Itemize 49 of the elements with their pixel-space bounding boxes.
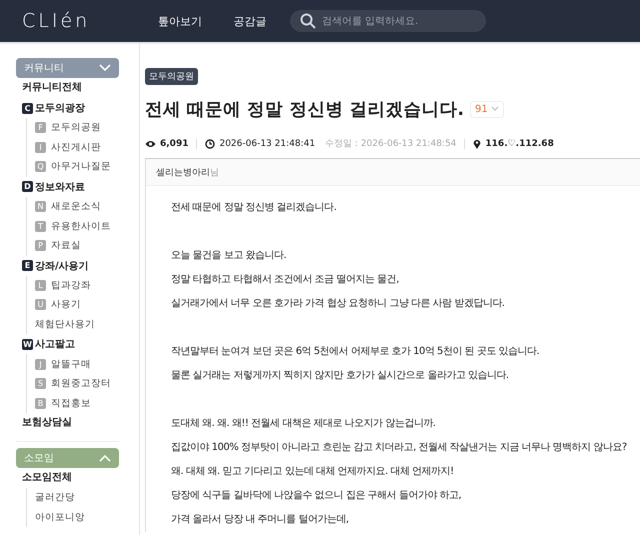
sidebar-item[interactable]: L 팁과강좌	[35, 276, 119, 296]
sidebar-item[interactable]: I 사진게시판	[35, 138, 119, 158]
logo[interactable]: CLIén	[22, 10, 140, 32]
body-text: 당장에 식구들 길바닥에 나앉을수 없으니 집은 구해서 들어가야 하고,	[171, 489, 462, 503]
sidebar-item[interactable]: F 모두의공원	[35, 118, 119, 138]
post-date: 2026-06-13 21:48:41	[219, 138, 316, 148]
body-text: 집값이야 100% 정부탓이 아니라고 흐린눈 감고 치더라고, 전월세 작살낸거는 지금 너무나 명백하지 않나요?	[171, 441, 628, 455]
edit-date: 수정일 : 2026-06-13 21:48:54	[325, 138, 456, 150]
chevron-up-icon	[99, 454, 111, 462]
chevron-down-icon	[490, 106, 499, 112]
body-text: 도대체 왜. 왜. 왜!! 전월세 대책은 제대로 나오지가 않는겁니까.	[171, 417, 436, 431]
sidebar-item[interactable]: C 모두의광장	[22, 98, 119, 118]
post-title: 전세 때문에 정말 정신병 걸리겠습니다.	[145, 99, 464, 121]
sidebar-item[interactable]: 보험상담실	[22, 413, 119, 434]
sidebar-item[interactable]: 굴러간당	[35, 488, 119, 508]
sidebar-item[interactable]: E 강좌/사용기	[22, 256, 119, 276]
author-name[interactable]: 셀리는병아리 님	[156, 166, 219, 178]
sidebar-item[interactable]: W 사고팔고	[22, 334, 119, 354]
body-text: 가격 올라서 당장 내 주머니를 털어가는데,	[171, 513, 350, 527]
board-tag[interactable]: 모두의공원	[145, 68, 198, 85]
sidebar-item[interactable]: N 새로운소식	[35, 196, 119, 216]
nav-link[interactable]: 공감글	[220, 14, 280, 28]
view-count: 6,091	[160, 138, 188, 148]
sidebar-item[interactable]: 체험단사용기	[35, 314, 119, 334]
sidebar-item[interactable]: S 회원중고장터	[35, 374, 119, 394]
body-text: 정말 타협하고 타협해서 조건에서 조금 떨어지는 물건,	[171, 273, 400, 287]
sidebar-item[interactable]: T 유용한사이트	[35, 216, 119, 236]
body-text: 오늘 물건을 보고 왔습니다.	[171, 249, 288, 263]
body-text: 물론 실거래는 저렇게까지 찍히지 않지만 호가가 실시간으로 올라가고 있습니다.	[171, 369, 510, 383]
body-text: 왜. 대체 왜. 믿고 기다리고 있는데 대체 언제까지요. 대체 언제까지!	[171, 465, 455, 479]
chevron-down-icon	[99, 64, 111, 72]
sidebar-item[interactable]: U 사용기	[35, 295, 119, 315]
eye-icon	[145, 140, 156, 148]
sidebar-item[interactable]: P 자료실	[35, 236, 119, 256]
clock-icon	[205, 138, 216, 148]
sidebar-item[interactable]: 아이포니앙	[35, 508, 119, 528]
sidebar-item[interactable]: Q 아무거나질문	[35, 157, 119, 177]
search-field[interactable]: 검색어를 입력하세요.	[290, 10, 486, 32]
ip-address: 116.♡.112.68	[485, 138, 554, 148]
body-text: 작년말부터 눈여겨 보던 곳은 6억 5천에서 어제부로 호가 10억 5천이 된 곳도 있습니다.	[171, 345, 540, 359]
sidebar-item[interactable]: 소모임전체	[22, 468, 119, 488]
sidebar-item[interactable]: D 정보와자료	[22, 176, 119, 197]
sidebar-item[interactable]: 커뮤니티전체	[22, 78, 119, 98]
sidebar-item[interactable]: B 직접홍보	[35, 394, 119, 414]
body-text: 실거래가에서 너무 오른 호가라 가격 협상 요청하니 그냥 다른 사람 받겠답니다.	[171, 297, 506, 311]
location-pin-icon	[473, 138, 482, 148]
body-text: 전세 때문에 정말 정신병 걸리겠습니다.	[171, 201, 338, 215]
nav-link[interactable]: 톺아보기	[150, 14, 210, 28]
sidebar-item[interactable]: J 알뜰구매	[35, 354, 119, 374]
